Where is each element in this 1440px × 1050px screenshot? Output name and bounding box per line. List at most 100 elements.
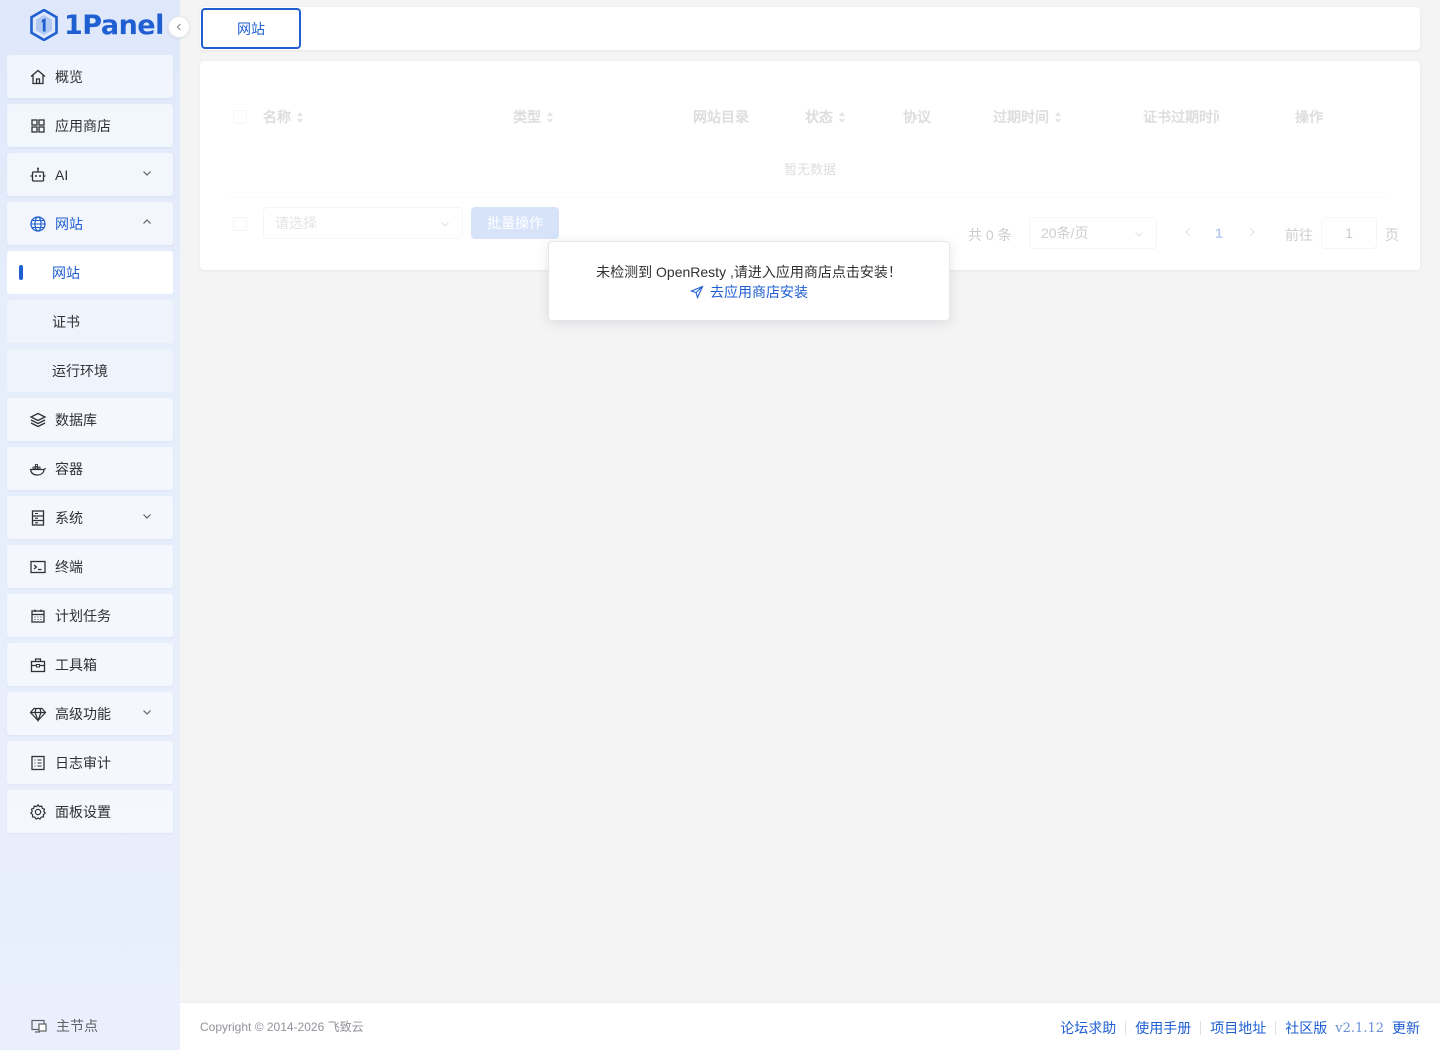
separator (1275, 1021, 1277, 1035)
column-header-label: 操作 (1295, 109, 1323, 125)
layers-icon (29, 411, 47, 429)
sidebar-subitem-certificate[interactable]: 证书 (7, 300, 173, 343)
divider (230, 197, 1390, 198)
column-header-label: 过期时间 (993, 109, 1049, 125)
sidebar-item-label: 数据库 (55, 411, 97, 428)
column-header-protocol: 协议 (903, 107, 931, 127)
batch-select-placeholder: 请选择 (275, 215, 317, 231)
collapse-sidebar-button[interactable] (168, 16, 190, 38)
sidebar-item-label: 面板设置 (55, 803, 111, 820)
sidebar-item-label: 工具箱 (55, 656, 97, 673)
node-label: 主节点 (56, 1018, 98, 1034)
settings-icon (29, 803, 47, 821)
column-header-expire[interactable]: 过期时间 (993, 107, 1062, 127)
sidebar: 1Panel 概览 应用商店 AI 网站 网站 证书 运行环境 数据库 容器 系… (0, 0, 190, 1050)
tab-website[interactable]: 网站 (201, 8, 301, 49)
sidebar-item-system[interactable]: 系统 (7, 496, 173, 539)
sidebar-subitem-website[interactable]: 网站 (7, 251, 173, 294)
page-size-select[interactable]: 20条/页 (1029, 217, 1157, 249)
chevron-down-icon (143, 710, 151, 715)
batch-action-button[interactable]: 批量操作 (471, 207, 559, 239)
monitor-icon (31, 1019, 47, 1033)
sort-icon (839, 111, 846, 123)
node-selector[interactable]: 主节点 (30, 1016, 98, 1036)
next-page-icon[interactable] (1246, 226, 1258, 238)
column-header-label: 状态 (805, 109, 833, 125)
column-header-label: 证书过期时间 (1143, 109, 1219, 125)
project-link[interactable]: 项目地址 (1210, 1018, 1266, 1038)
sidebar-item-database[interactable]: 数据库 (7, 398, 173, 441)
sidebar-subitem-label: 证书 (52, 313, 80, 330)
empty-text: 暂无数据 (783, 162, 836, 177)
goto-label: 前往 (1285, 227, 1313, 243)
column-header-directory: 网站目录 (693, 107, 749, 127)
sidebar-item-label: 日志审计 (55, 754, 111, 771)
sidebar-item-overview[interactable]: 概览 (7, 55, 173, 98)
column-header-type[interactable]: 类型 (513, 107, 554, 127)
goto-appstore-label: 去应用商店安装 (710, 284, 808, 300)
sidebar-item-cronjob[interactable]: 计划任务 (7, 594, 173, 637)
sort-icon (1055, 111, 1062, 123)
page-number[interactable]: 1 (1215, 225, 1223, 241)
sidebar-item-website[interactable]: 网站 (7, 202, 173, 245)
home-icon (29, 68, 47, 86)
openresty-missing-popover: 未检测到 OpenResty ,请进入应用商店点击安装！ 去应用商店安装 (548, 241, 950, 321)
globe-icon (29, 215, 47, 233)
logo[interactable]: 1Panel (30, 8, 164, 42)
prev-page-icon[interactable] (1182, 226, 1194, 238)
sidebar-item-ai[interactable]: AI (7, 153, 173, 196)
column-header-actions: 操作 (1295, 107, 1323, 127)
goto-appstore-link[interactable]: 去应用商店安装 (549, 282, 949, 302)
page-suffix: 页 (1385, 227, 1399, 243)
sidebar-item-container[interactable]: 容器 (7, 447, 173, 490)
separator (1200, 1021, 1202, 1035)
sidebar-subitem-label: 运行环境 (52, 362, 108, 379)
sidebar-item-settings[interactable]: 面板设置 (7, 790, 173, 833)
column-header-label: 协议 (903, 109, 931, 125)
diamond-icon (29, 705, 47, 723)
sidebar-item-label: AI (55, 166, 69, 183)
sidebar-item-advanced[interactable]: 高级功能 (7, 692, 173, 735)
robot-icon (29, 166, 47, 184)
sidebar-item-label: 系统 (55, 509, 83, 526)
docker-icon (29, 460, 47, 478)
active-indicator (19, 265, 23, 280)
column-header-label: 类型 (513, 109, 541, 125)
popover-message: 未检测到 OpenResty ,请进入应用商店点击安装！ (596, 264, 902, 280)
page-size-value: 20条/页 (1041, 225, 1089, 241)
update-link[interactable]: 更新 (1392, 1018, 1420, 1038)
manual-link[interactable]: 使用手册 (1135, 1018, 1191, 1038)
column-header-name[interactable]: 名称 (263, 107, 304, 127)
sidebar-subitem-runtime[interactable]: 运行环境 (7, 349, 173, 392)
sidebar-item-appstore[interactable]: 应用商店 (7, 104, 173, 147)
sidebar-item-label: 高级功能 (55, 705, 111, 722)
log-icon (29, 754, 47, 772)
select-all-checkbox[interactable] (233, 110, 247, 124)
chevron-down-icon (143, 514, 151, 519)
version-text: v2.1.12 (1335, 1020, 1384, 1036)
terminal-icon (29, 558, 47, 576)
column-header-label: 网站目录 (693, 109, 749, 125)
sidebar-item-terminal[interactable]: 终端 (7, 545, 173, 588)
tab-bar: 网站 (200, 7, 1420, 50)
chevron-down-icon (1135, 232, 1143, 237)
sidebar-item-logs[interactable]: 日志审计 (7, 741, 173, 784)
column-header-status[interactable]: 状态 (805, 107, 846, 127)
goto-page-input[interactable]: 1 (1321, 217, 1377, 249)
edition-link[interactable]: 社区版 (1285, 1018, 1327, 1038)
grid-icon (29, 117, 47, 135)
sort-icon (547, 111, 554, 123)
server-icon (29, 509, 47, 527)
chevron-up-icon (143, 219, 151, 224)
forum-link[interactable]: 论坛求助 (1060, 1018, 1116, 1038)
column-header-label: 名称 (263, 109, 291, 125)
sidebar-item-label: 计划任务 (55, 607, 111, 624)
sidebar-item-toolbox[interactable]: 工具箱 (7, 643, 173, 686)
chevron-down-icon (441, 222, 449, 227)
chevron-down-icon (143, 171, 151, 176)
sort-icon (297, 111, 304, 123)
batch-select-checkbox[interactable] (233, 217, 247, 231)
batch-select[interactable]: 请选择 (263, 207, 463, 239)
logo-icon (30, 9, 58, 41)
pagination-total: 共 0 条 (968, 227, 1012, 243)
